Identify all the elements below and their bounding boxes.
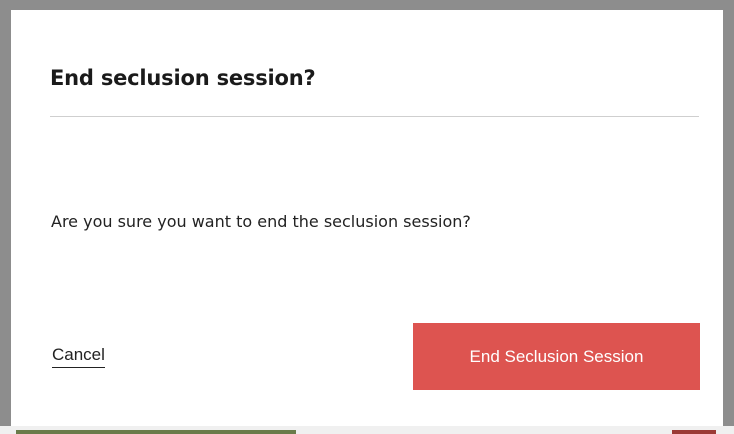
background-green-bar — [16, 430, 296, 434]
background-red-bar — [672, 430, 716, 434]
dialog-title: End seclusion session? — [50, 66, 316, 90]
title-divider — [50, 116, 699, 117]
cancel-button[interactable]: Cancel — [52, 345, 105, 368]
dialog-message: Are you sure you want to end the seclusi… — [51, 212, 471, 231]
end-seclusion-session-button[interactable]: End Seclusion Session — [413, 323, 700, 390]
confirm-dialog: End seclusion session? Are you sure you … — [11, 10, 723, 426]
